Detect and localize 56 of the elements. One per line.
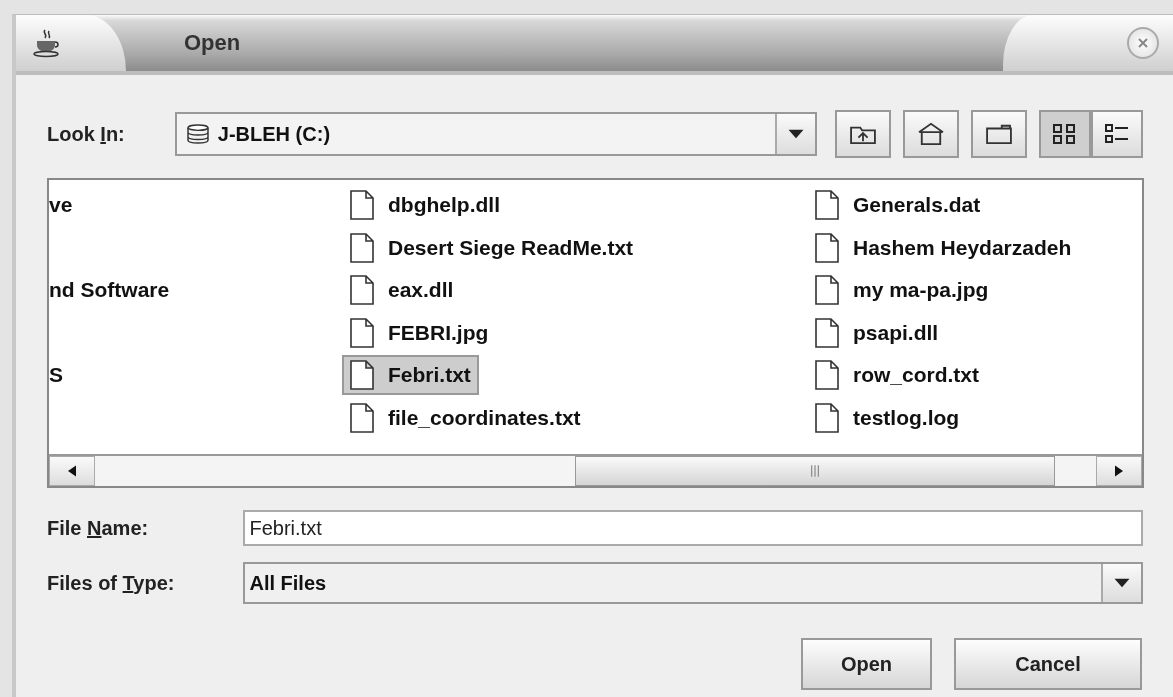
coffee-cup-icon [32,28,62,58]
file-name-field[interactable]: Febri.txt [243,510,1143,546]
file-item[interactable]: FEBRI.jpg [342,312,497,353]
close-button[interactable] [1127,27,1159,59]
file-item[interactable]: psapi.dll [807,312,947,353]
scroll-right-button[interactable] [1096,456,1142,486]
folder-icon [985,123,1013,145]
file-item[interactable]: Generals.dat [807,185,989,226]
details-list-icon [1104,122,1130,146]
file-type-dropdown[interactable]: All Files [243,562,1143,604]
up-folder-button[interactable] [835,110,891,158]
window-title: Open [184,30,242,56]
home-icon [917,122,945,146]
new-folder-button[interactable] [971,110,1027,158]
horizontal-scrollbar[interactable] [49,454,1142,486]
file-item[interactable]: Febri.txt [342,355,479,396]
document-icon [815,402,839,433]
document-icon [350,232,374,263]
file-item[interactable]: dbghelp.dll [342,185,508,226]
home-button[interactable] [903,110,959,158]
file-item[interactable]: eax.dll [342,270,462,311]
document-icon [815,360,839,391]
file-item[interactable]: my ma-pa.jpg [807,270,997,311]
look-in-dropdown[interactable]: J-BLEH (C:) [174,112,817,156]
document-icon [350,402,374,433]
file-name-label: File Name: [47,516,150,540]
document-icon [350,317,374,348]
file-type-label: Files of Type: [47,571,176,595]
file-name[interactable]: ve [49,193,73,218]
document-icon [815,317,839,348]
left-arrow-icon [68,465,76,477]
document-icon [815,190,839,221]
file-item[interactable]: Desert Siege ReadMe.txt [342,227,642,268]
file-name[interactable]: S [49,363,63,388]
file-type-value: All Files [248,571,328,595]
scroll-thumb[interactable] [575,456,1055,486]
file-item[interactable]: Hashem Heydarzadeh [807,227,1080,268]
scroll-left-button[interactable] [49,456,95,486]
right-arrow-icon [1115,465,1123,477]
grid-icon [1052,122,1078,146]
document-icon [350,190,374,221]
file-item[interactable]: testlog.log [807,397,968,438]
document-icon [350,360,374,391]
drive-icon [185,124,210,144]
list-view-button[interactable] [1039,110,1091,158]
look-in-label: Look In: [47,122,126,146]
document-icon [350,275,374,306]
document-icon [815,232,839,263]
file-item[interactable]: row_cord.txt [807,355,988,396]
look-in-value: J-BLEH (C:) [217,122,332,146]
document-icon [815,275,839,306]
details-view-button[interactable] [1091,110,1143,158]
cancel-button[interactable]: Cancel [954,638,1142,690]
file-name[interactable]: nd Software [49,278,170,303]
open-button[interactable]: Open [801,638,932,690]
file-item[interactable]: file_coordinates.txt [342,397,589,438]
